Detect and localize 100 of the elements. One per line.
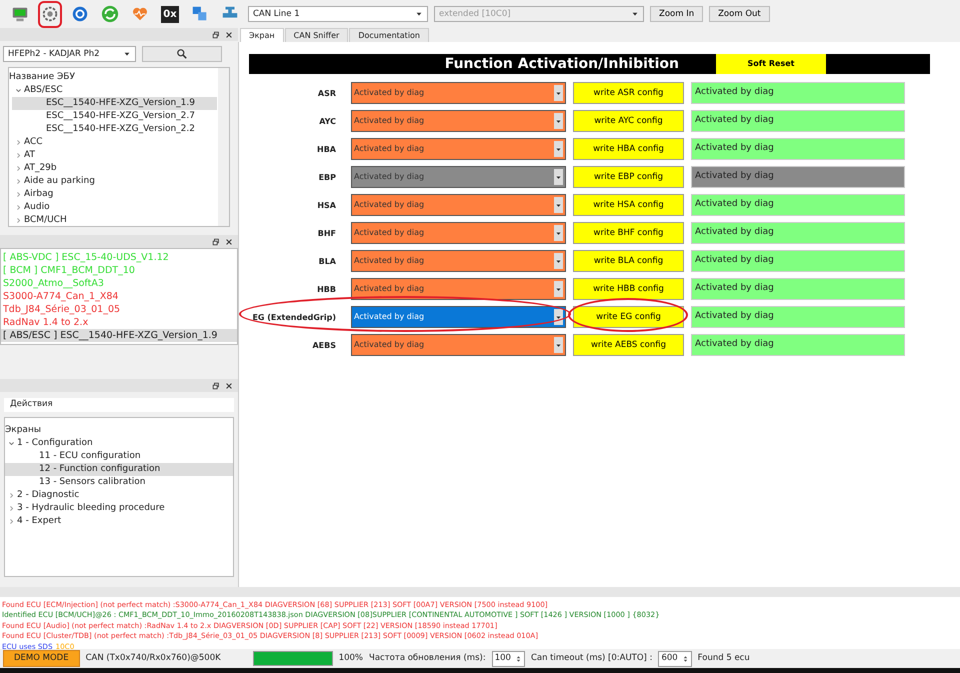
write-config-button[interactable]: write HBA config	[573, 138, 684, 160]
tree-item[interactable]: ESC__1540-HFE-XZG_Version_2.2	[12, 123, 217, 136]
tree-item[interactable]: Audio	[12, 201, 217, 214]
function-select[interactable]: Activated by diag	[351, 334, 566, 356]
tree-item[interactable]: 12 - Function configuration	[5, 463, 233, 476]
function-select[interactable]: Activated by diag	[351, 138, 566, 160]
function-select[interactable]: Activated by diag	[351, 110, 566, 132]
write-config-button[interactable]: write EG config	[573, 306, 684, 328]
search-button[interactable]	[142, 46, 222, 62]
write-config-button[interactable]: write HBB config	[573, 278, 684, 300]
caret-icon	[555, 286, 562, 292]
function-select[interactable]: Activated by diag	[351, 306, 566, 328]
function-select[interactable]: Activated by diag	[351, 194, 566, 216]
gear-icon[interactable]	[41, 5, 59, 23]
search-icon[interactable]	[176, 48, 188, 60]
hex-button[interactable]: 0x	[161, 6, 179, 22]
tree-item[interactable]: 2 - Diagnostic	[5, 489, 233, 502]
found-count: Found 5 ecu	[698, 652, 750, 665]
close-icon[interactable]	[225, 238, 233, 246]
can-line-select[interactable]: CAN Line 1	[248, 6, 428, 22]
connection-text: CAN (Tx0x740/Rx0x760)@500K	[86, 652, 221, 665]
tree-item[interactable]: 1 - Configuration	[5, 437, 233, 450]
spin-field[interactable]: 600	[658, 650, 692, 666]
scrollbar[interactable]	[0, 587, 960, 597]
tree-item[interactable]: ACC	[12, 136, 217, 149]
ecu-list-item[interactable]: RadNav 1.4 to 2.x	[1, 316, 237, 329]
tree-item[interactable]: AT	[12, 149, 217, 162]
function-label: AEBS	[311, 340, 337, 352]
timeout-label: Can timeout (ms) [0:AUTO] :	[530, 652, 652, 665]
toolbar-button[interactable]: 0x	[158, 0, 182, 28]
tab[interactable]: CAN Sniffer	[284, 28, 348, 42]
status-field: Activated by diag	[691, 194, 905, 216]
status-field: Activated by diag	[691, 138, 905, 160]
function-label: HSA	[316, 200, 337, 212]
write-config-button[interactable]: write AYC config	[573, 110, 684, 132]
function-select[interactable]: Activated by diag	[351, 278, 566, 300]
function-label: HBB	[316, 284, 337, 296]
tab[interactable]: Экран	[240, 28, 284, 42]
caret-icon	[123, 50, 131, 58]
function-label: AYC	[318, 116, 337, 128]
status-field: Activated by diag	[691, 222, 905, 244]
vehicle-select[interactable]: HFEPh2 - KADJAR Ph2	[3, 46, 136, 62]
caret-icon	[555, 258, 562, 264]
close-icon[interactable]	[225, 30, 233, 38]
chevron-down-icon[interactable]	[14, 87, 22, 94]
status-field: Activated by diag	[691, 306, 905, 328]
tab[interactable]: Documentation	[349, 28, 429, 42]
float-icon[interactable]	[212, 238, 220, 246]
write-config-button[interactable]: write BHF config	[573, 222, 684, 244]
caret-icon	[555, 90, 562, 96]
tree-item[interactable]: ESC__1540-HFE-XZG_Version_2.7	[12, 110, 217, 123]
tree-item[interactable]: 4 - Expert	[5, 515, 233, 528]
status-field: Activated by diag	[691, 166, 905, 188]
caret-icon	[555, 230, 562, 236]
function-label: HBA	[316, 144, 337, 156]
tree-item[interactable]: 3 - Hydraulic bleeding procedure	[5, 502, 233, 515]
caret-icon	[555, 146, 562, 152]
monitor-icon[interactable]	[11, 5, 29, 23]
tree-item[interactable]: 11 - ECU configuration	[5, 450, 233, 463]
caret-icon	[555, 314, 562, 320]
write-config-button[interactable]: write AEBS config	[573, 334, 684, 356]
caret-icon	[555, 118, 562, 124]
chevron-down-icon[interactable]	[8, 440, 14, 448]
function-label: ASR	[316, 88, 337, 100]
spin-field[interactable]: 100	[492, 650, 525, 666]
soft-reset-button[interactable]: Soft Reset	[716, 54, 826, 74]
status-field: Activated by diag	[691, 82, 905, 104]
float-icon[interactable]	[212, 30, 220, 38]
write-config-button[interactable]: write BLA config	[573, 250, 684, 272]
tree-item[interactable]: 13 - Sensors calibration	[5, 476, 233, 489]
tree-header: Название ЭБУ	[9, 71, 76, 84]
ecu-list-item[interactable]: [ ABS/ESC ] ESC__1540-HFE-XZG_Version_1.9	[1, 329, 237, 342]
windows-icon[interactable]	[191, 5, 209, 23]
function-label: EG (ExtendedGrip)	[251, 312, 337, 324]
sync-icon[interactable]	[101, 5, 119, 23]
tree-item[interactable]: Airbag	[12, 188, 217, 201]
zoom-button[interactable]: Zoom In	[650, 6, 704, 22]
write-config-button[interactable]: write HSA config	[573, 194, 684, 216]
write-config-button[interactable]: write ASR config	[573, 82, 684, 104]
heart-icon[interactable]	[131, 5, 149, 23]
caret-icon	[555, 342, 562, 348]
function-select[interactable]: Activated by diag	[351, 222, 566, 244]
tree-item[interactable]: Aide au parking	[12, 175, 217, 188]
scrollbar[interactable]	[218, 68, 229, 226]
function-label: BHF	[316, 228, 337, 240]
function-select[interactable]: Activated by diag	[351, 250, 566, 272]
zoom-button[interactable]: Zoom Out	[709, 6, 770, 22]
function-select[interactable]: Activated by diag	[351, 82, 566, 104]
screen-title: Function Activation/Inhibition	[444, 54, 679, 74]
mode-badge: DEMO MODE	[3, 650, 80, 667]
float-icon[interactable]	[212, 382, 220, 390]
ecu-list-item[interactable]: S3000-A774_Can_1_X84	[1, 290, 237, 303]
tree-item[interactable]: AT_29b	[12, 162, 217, 175]
tree-item[interactable]: BCM/UCH	[12, 214, 217, 226]
status-field: Activated by diag	[691, 110, 905, 132]
ecu-list-item[interactable]: Tdb_J84_Série_03_01_05	[1, 303, 237, 316]
tree-item[interactable]: ABS/ESC	[12, 84, 217, 97]
refresh-icon[interactable]	[71, 5, 89, 23]
tree-item[interactable]: ESC__1540-HFE-XZG_Version_1.9	[12, 97, 217, 110]
close-icon[interactable]	[225, 382, 233, 390]
